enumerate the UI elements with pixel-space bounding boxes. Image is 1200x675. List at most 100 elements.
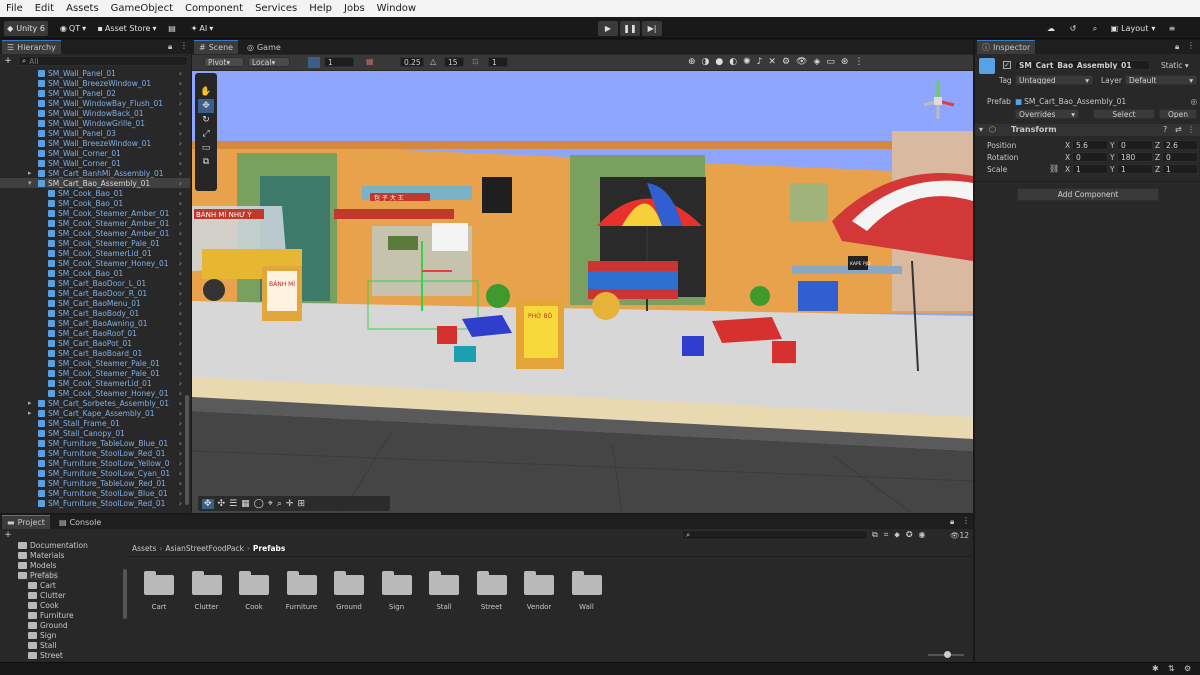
open-prefab-icon[interactable]: › (179, 199, 182, 208)
open-prefab-icon[interactable]: › (179, 219, 182, 228)
breadcrumb-asianstreetfoodpack[interactable]: AsianStreetFoodPack (165, 544, 244, 553)
position-z-field[interactable]: 2.6 (1162, 140, 1198, 150)
folder-label[interactable]: Stall (419, 603, 469, 611)
menu-jobs[interactable]: Jobs (338, 3, 371, 14)
breadcrumb-assets[interactable]: Assets (132, 544, 156, 553)
ai-button[interactable]: ✦ AI ▾ (186, 21, 218, 36)
link-icon[interactable]: ⛓ (1049, 164, 1059, 173)
prefab-field[interactable]: ■ SM_Cart_Bao_Assembly_01 ◎ (1015, 96, 1197, 106)
add-component-button[interactable]: Add Component (1017, 188, 1159, 201)
folder-icon[interactable] (571, 571, 602, 595)
open-prefab-icon[interactable]: › (179, 299, 182, 308)
pivot-icon[interactable]: ✣ (218, 499, 226, 509)
scale-x-field[interactable]: 1 (1072, 164, 1108, 174)
kebab-menu-icon[interactable]: ⋮ (1187, 125, 1195, 134)
camera-icon[interactable]: ▭ (826, 57, 835, 68)
angle-snap-field[interactable]: 15 (444, 57, 464, 67)
hierarchy-row[interactable]: ▾ SM_Cart_Bao_Assembly_01 › (0, 178, 190, 188)
pause-button[interactable]: ❚❚ (620, 21, 640, 36)
hierarchy-row[interactable]: SM_Cart_BaoPot_01 › (0, 338, 190, 348)
open-prefab-icon[interactable]: › (179, 269, 182, 278)
hierarchy-row[interactable]: SM_Cook_Steamer_Amber_01 › (0, 208, 190, 218)
orientation-gizmo[interactable] (918, 75, 958, 127)
open-prefab-icon[interactable]: › (179, 69, 182, 78)
hierarchy-row[interactable]: SM_Stall_Canopy_01 › (0, 428, 190, 438)
open-prefab-icon[interactable]: › (179, 119, 182, 128)
hierarchy-row[interactable]: SM_Furniture_StoolLow_Red_01 › (0, 448, 190, 458)
folder-label[interactable]: Cart (134, 603, 184, 611)
rotation-z-field[interactable]: 0 (1162, 152, 1198, 162)
kebab-menu-icon[interactable]: ⋮ (180, 41, 188, 50)
kebab-menu-icon[interactable]: ⋮ (1187, 41, 1195, 50)
wireframe-icon[interactable]: ⊕ (688, 57, 696, 68)
open-prefab-icon[interactable]: › (179, 439, 182, 448)
help-icon[interactable]: ? (1163, 125, 1167, 134)
open-prefab-icon[interactable]: › (179, 329, 182, 338)
hierarchy-row[interactable]: ▸ SM_Cart_BanhMi_Assembly_01 › (0, 168, 190, 178)
menu-edit[interactable]: Edit (29, 3, 60, 14)
position-y-field[interactable]: 0 (1117, 140, 1153, 150)
pivot-dropdown[interactable]: Pivot ▾ (204, 57, 244, 67)
filter-label-icon[interactable]: ⌗ (884, 530, 889, 540)
folder-label[interactable]: Wall (562, 603, 612, 611)
create-button[interactable]: + (2, 56, 14, 66)
unity-version-button[interactable]: ◆ Unity 6 (4, 21, 48, 36)
visibility-icon[interactable]: 👁︎ (796, 57, 807, 68)
package-icon[interactable]: ▤ (166, 21, 178, 36)
open-prefab-icon[interactable]: › (179, 99, 182, 108)
hierarchy-row[interactable]: SM_Cook_Bao_01 › (0, 268, 190, 278)
open-prefab-icon[interactable]: › (179, 189, 182, 198)
open-prefab-icon[interactable]: › (179, 259, 182, 268)
lock-icon[interactable]: 🔒︎ (1175, 42, 1179, 52)
active-checkbox[interactable]: ✓ (1003, 61, 1011, 69)
hierarchy-row[interactable]: SM_Cart_BaoRoof_01 › (0, 328, 190, 338)
hierarchy-row[interactable]: SM_Cart_BaoDoor_L_01 › (0, 278, 190, 288)
move-tool-icon[interactable]: ✥ (198, 99, 214, 113)
hierarchy-row[interactable]: ▸ SM_Cart_Kape_Assembly_01 › (0, 408, 190, 418)
open-prefab-icon[interactable]: › (179, 349, 182, 358)
menu-help[interactable]: Help (303, 3, 338, 14)
snap-value-field[interactable]: 0.25 (400, 57, 424, 67)
grid-snap-icon[interactable] (308, 57, 320, 68)
hierarchy-row[interactable]: SM_Wall_BreezeWindow_01 › (0, 78, 190, 88)
hidden-count[interactable]: 👁︎12 (950, 531, 969, 540)
fold-toggle-icon[interactable]: ▾ (28, 179, 32, 187)
view-tool-icon[interactable]: ✋ (198, 85, 214, 99)
create-asset-button[interactable]: + (2, 530, 14, 540)
frame-icon[interactable]: ⊞ (297, 499, 305, 509)
open-button[interactable]: Open (1159, 109, 1197, 119)
rotate-snap-icon[interactable]: △ (430, 57, 442, 68)
open-prefab-icon[interactable]: › (179, 449, 182, 458)
move-grid-icon[interactable]: ✥ (202, 498, 214, 509)
search-icon[interactable]: ⌕ (1088, 21, 1102, 36)
tools-icon[interactable]: ⚙ (782, 57, 790, 68)
menu-assets[interactable]: Assets (60, 3, 105, 14)
open-prefab-icon[interactable]: › (179, 289, 182, 298)
folder-tree-item[interactable]: Clutter (28, 591, 66, 600)
bug-icon[interactable]: ✱ (1152, 664, 1159, 673)
open-prefab-icon[interactable]: › (179, 79, 182, 88)
hierarchy-search-input[interactable]: ⌕ All (18, 56, 188, 66)
rotation-x-field[interactable]: 0 (1072, 152, 1108, 162)
scale-tool-icon[interactable]: ⤢ (198, 127, 214, 141)
open-prefab-icon[interactable]: › (179, 279, 182, 288)
fold-toggle-icon[interactable]: ▸ (28, 409, 32, 417)
folder-icon[interactable] (286, 571, 317, 595)
open-prefab-icon[interactable]: › (179, 419, 182, 428)
open-prefab-icon[interactable]: › (179, 89, 182, 98)
tab-console[interactable]: ▤ Console (54, 515, 106, 529)
hierarchy-row[interactable]: SM_Wall_WindowBack_01 › (0, 108, 190, 118)
overrides-dropdown[interactable]: Overrides ▾ (1015, 109, 1079, 119)
open-prefab-icon[interactable]: › (179, 229, 182, 238)
pan-icon[interactable]: ✛ (286, 499, 294, 509)
folder-tree-item[interactable]: Cart (28, 581, 56, 590)
static-toggle[interactable]: Static ▾ (1161, 61, 1189, 70)
open-prefab-icon[interactable]: › (179, 359, 182, 368)
hierarchy-row[interactable]: ▸ SM_Cart_Sorbetes_Assembly_01 › (0, 398, 190, 408)
menu-icon[interactable]: ≡ (1166, 21, 1178, 36)
hierarchy-row[interactable]: SM_Furniture_TableLow_Red_01 › (0, 478, 190, 488)
rotation-y-field[interactable]: 180 (1117, 152, 1153, 162)
folder-tree-item[interactable]: Cook (28, 601, 59, 610)
layers-icon[interactable]: ◈ (813, 57, 820, 68)
open-prefab-icon[interactable]: › (179, 489, 182, 498)
